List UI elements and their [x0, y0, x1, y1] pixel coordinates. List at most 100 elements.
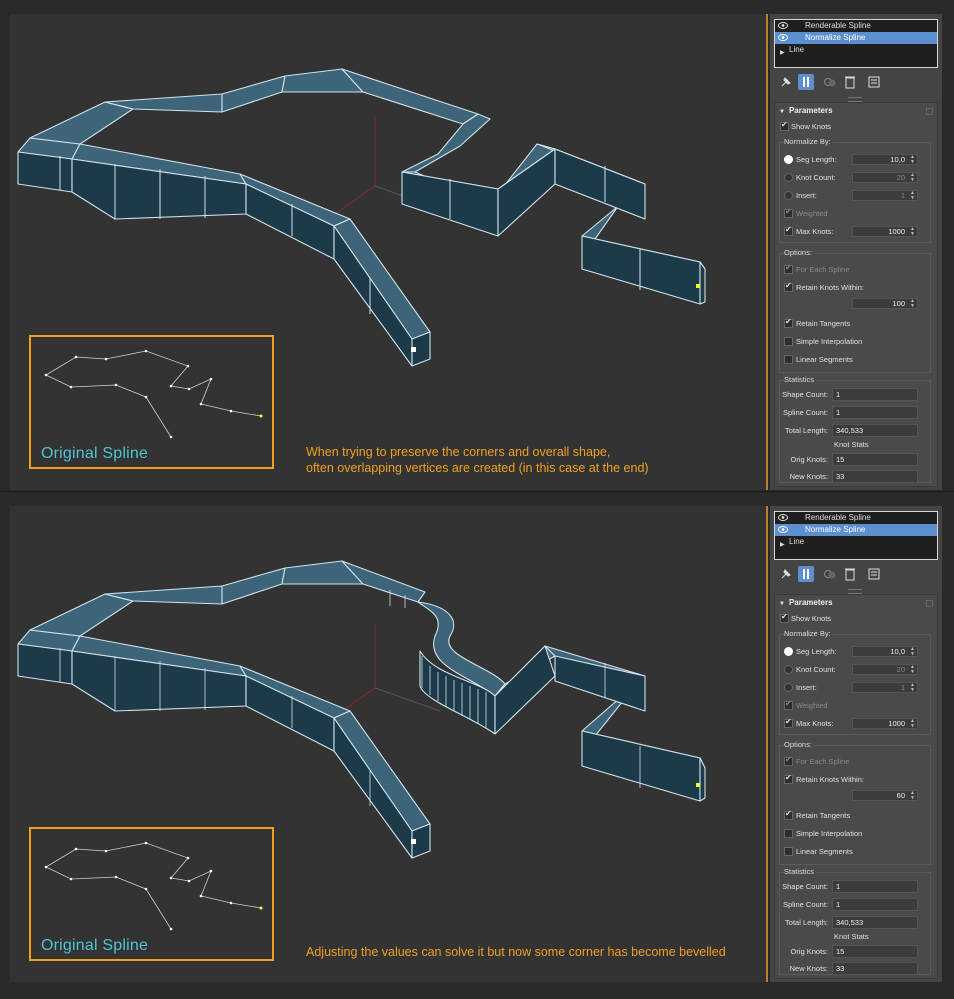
options-group: Options: For Each Spline Retain Knots Wi…	[779, 248, 931, 373]
knot-count-radio[interactable]	[784, 173, 793, 182]
for-each-spline-checkbox[interactable]	[784, 755, 793, 766]
make-unique-icon[interactable]	[822, 74, 838, 90]
inset-label: Original Spline	[41, 445, 149, 462]
show-knots-checkbox[interactable]	[780, 120, 789, 131]
inset-label: Original Spline	[41, 937, 149, 954]
simple-interpolation-checkbox[interactable]	[784, 337, 793, 346]
stack-item-normalize-spline[interactable]: Normalize Spline	[775, 32, 937, 44]
weighted-checkbox[interactable]	[784, 207, 793, 218]
new-knots-label: New Knots:	[789, 472, 828, 481]
knot-count-radio[interactable]	[784, 665, 793, 674]
retain-knots-spinner[interactable]: 100 ▲ ▼	[852, 298, 918, 309]
insert-radio[interactable]	[784, 191, 793, 200]
eye-icon[interactable]	[778, 34, 788, 41]
stack-item-line[interactable]: ▶ Line	[775, 44, 937, 56]
command-panel: Renderable Spline Normalize Spline ▶ Lin…	[770, 506, 942, 982]
configure-sets-icon[interactable]	[866, 566, 882, 582]
retain-knots-checkbox[interactable]	[784, 281, 793, 292]
simple-interpolation-checkbox[interactable]	[784, 829, 793, 838]
pin-icon[interactable]	[778, 74, 794, 90]
comparison-panel-bottom: Original Spline Adjusting the values can…	[0, 492, 954, 983]
orig-knots-label: Orig Knots:	[790, 947, 828, 956]
caption-line: often overlapping vertices are created (…	[306, 461, 649, 475]
knot-count-spinner[interactable]: 20 ▲ ▼	[852, 664, 918, 675]
orig-knots-value: 15	[832, 945, 918, 958]
insert-label: Insert:	[796, 191, 817, 200]
retain-knots-spinner[interactable]: 60 ▲ ▼	[852, 790, 918, 801]
stack-item-line[interactable]: ▶ Line	[775, 536, 937, 548]
modifier-stack-icon[interactable]	[798, 74, 814, 90]
pin-icon[interactable]	[778, 566, 794, 582]
viewport[interactable]: Original Spline When trying to preserve …	[10, 14, 768, 490]
delete-modifier-icon[interactable]	[842, 74, 858, 90]
weighted-checkbox[interactable]	[784, 699, 793, 710]
start-knot	[696, 284, 700, 288]
stack-item-renderable-spline[interactable]: Renderable Spline	[775, 20, 937, 32]
orig-knots-label: Orig Knots:	[790, 455, 828, 464]
max-knots-checkbox[interactable]	[784, 225, 793, 236]
stack-item-label: Renderable Spline	[805, 513, 871, 522]
max-knots-checkbox[interactable]	[784, 717, 793, 728]
show-knots-checkbox[interactable]	[780, 612, 789, 623]
stack-item-normalize-spline[interactable]: Normalize Spline	[775, 524, 937, 536]
modifier-stack-icon[interactable]	[798, 566, 814, 582]
rollout-title: Parameters	[788, 106, 833, 115]
retain-knots-checkbox[interactable]	[784, 773, 793, 784]
modifier-toolbar	[774, 564, 938, 586]
retain-knots-label: Retain Knots Within:	[796, 775, 864, 784]
insert-radio[interactable]	[784, 683, 793, 692]
spinner-value: 1000	[888, 719, 905, 728]
knot-count-spinner[interactable]: 20 ▲ ▼	[852, 172, 918, 183]
insert-spinner[interactable]: 1 ▲ ▼	[852, 682, 918, 693]
seg-length-radio[interactable]	[784, 647, 793, 656]
eye-icon[interactable]	[778, 526, 788, 533]
retain-tangents-checkbox[interactable]	[784, 809, 793, 820]
end-knot	[411, 839, 416, 844]
options-group: Options: For Each Spline Retain Knots Wi…	[779, 740, 931, 865]
orig-knots-value: 15	[832, 453, 918, 466]
stack-item-label: Renderable Spline	[805, 21, 871, 30]
expand-arrow-icon[interactable]: ▶	[780, 539, 785, 551]
shape-count-value: 1	[832, 880, 918, 893]
viewport[interactable]: Original Spline Adjusting the values can…	[10, 506, 768, 982]
modifier-stack: Renderable Spline Normalize Spline ▶ Lin…	[774, 511, 938, 560]
weighted-label: Weighted	[796, 209, 828, 218]
simple-interpolation-label: Simple Interpolation	[796, 337, 863, 346]
linear-segments-checkbox[interactable]	[784, 847, 793, 856]
end-knot	[411, 347, 416, 352]
spinner-value: 100	[892, 299, 905, 308]
rollout-header[interactable]: ▼ Parameters	[779, 106, 833, 115]
linear-segments-checkbox[interactable]	[784, 355, 793, 364]
insert-spinner[interactable]: 1 ▲ ▼	[852, 190, 918, 201]
retain-tangents-checkbox[interactable]	[784, 317, 793, 328]
knot-count-label: Knot Count:	[796, 173, 836, 182]
simple-interpolation-label: Simple Interpolation	[796, 829, 863, 838]
max-knots-spinner[interactable]: 1000 ▲ ▼	[852, 226, 918, 237]
comparison-panel-top: Original Spline When trying to preserve …	[0, 0, 954, 491]
knot-count-label: Knot Count:	[796, 665, 836, 674]
retain-tangents-label: Retain Tangents	[796, 811, 851, 820]
caption: When trying to preserve the corners and …	[306, 444, 649, 476]
max-knots-spinner[interactable]: 1000 ▲ ▼	[852, 718, 918, 729]
show-knots-label: Show Knots	[791, 122, 832, 131]
total-length-value: 340,533	[832, 424, 918, 437]
seg-length-radio[interactable]	[784, 155, 793, 164]
new-knots-value: 33	[832, 962, 918, 975]
stack-item-renderable-spline[interactable]: Renderable Spline	[775, 512, 937, 524]
rollout-header[interactable]: ▼ Parameters	[779, 598, 833, 607]
make-unique-icon[interactable]	[822, 566, 838, 582]
configure-sets-icon[interactable]	[866, 74, 882, 90]
eye-icon[interactable]	[778, 514, 788, 521]
caption-line: Adjusting the values can solve it but no…	[306, 945, 726, 959]
delete-modifier-icon[interactable]	[842, 566, 858, 582]
linear-segments-label: Linear Segments	[796, 847, 853, 856]
for-each-spline-checkbox[interactable]	[784, 263, 793, 274]
seg-length-spinner[interactable]: 10,0 ▲ ▼	[852, 646, 918, 657]
seg-length-spinner[interactable]: 10,0 ▲ ▼	[852, 154, 918, 165]
expand-arrow-icon[interactable]: ▶	[780, 47, 785, 59]
original-spline-inset: Original Spline	[29, 335, 274, 469]
original-spline-inset: Original Spline	[29, 827, 274, 961]
spinner-value: 60	[896, 791, 905, 800]
retain-tangents-label: Retain Tangents	[796, 319, 851, 328]
eye-icon[interactable]	[778, 22, 788, 29]
